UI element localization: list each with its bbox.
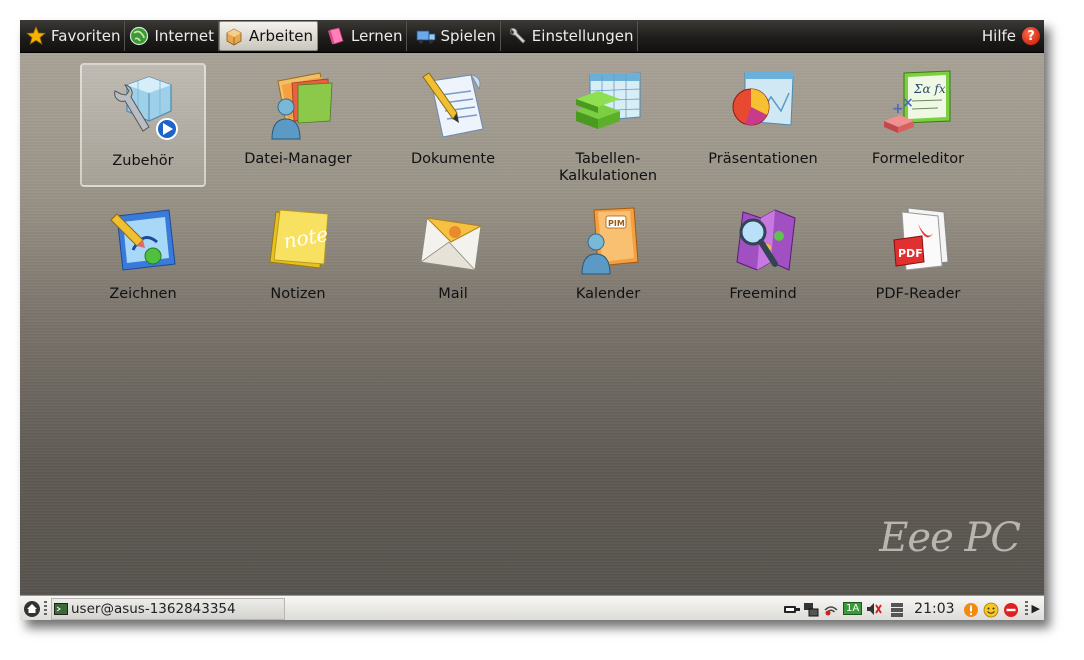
mail-icon: [419, 217, 483, 271]
presentation-icon: [732, 71, 794, 126]
help-label: Hilfe: [981, 27, 1016, 45]
app-label: Präsentationen: [708, 151, 818, 167]
documents-icon: [422, 72, 484, 138]
tab-lernen[interactable]: Lernen: [318, 21, 408, 51]
tab-arbeiten[interactable]: Arbeiten: [219, 21, 318, 51]
app-mail[interactable]: Mail: [390, 198, 516, 322]
home-icon: [24, 600, 40, 617]
globe-icon: [129, 26, 149, 46]
app-notizen[interactable]: note Notizen: [235, 198, 361, 322]
formula-editor-icon: Σα fx + ×: [884, 70, 951, 133]
tab-einstellungen[interactable]: Einstellungen: [501, 21, 639, 51]
app-label: Dokumente: [410, 151, 496, 167]
app-tabellenkalkulationen[interactable]: Tabellen- Kalkulationen: [545, 63, 671, 187]
app-label: Notizen: [270, 286, 326, 302]
app-praesentationen[interactable]: Präsentationen: [700, 63, 826, 187]
app-label: Freemind: [729, 286, 797, 302]
tab-label: Favoriten: [51, 27, 121, 45]
tab-favoriten[interactable]: Favoriten: [20, 21, 126, 51]
smiley-icon[interactable]: [983, 602, 999, 617]
tab-label: Arbeiten: [249, 27, 313, 45]
notes-icon: note: [269, 209, 330, 269]
app-label: Zubehör: [112, 153, 174, 169]
star-icon: [25, 25, 47, 46]
app-zubehoer[interactable]: Zubehör: [80, 63, 206, 187]
eee-pc-logo: Eee PC: [879, 515, 1021, 561]
app-datei-manager[interactable]: Datei-Manager: [235, 63, 361, 187]
app-label: PDF-Reader: [875, 286, 961, 302]
pdf-reader-icon: PDF: [893, 207, 949, 271]
pink-book-icon: [326, 26, 346, 46]
tab-spielen[interactable]: Spielen: [407, 21, 501, 51]
pim-text: PIM: [608, 219, 625, 228]
app-pdf-reader[interactable]: PDF PDF-Reader: [855, 198, 981, 322]
stop-icon[interactable]: [1003, 602, 1019, 617]
calendar-pim-icon: PIM: [581, 207, 639, 275]
terminal-icon: [54, 602, 68, 615]
tab-label: Lernen: [350, 27, 403, 45]
network-icon[interactable]: [803, 602, 819, 616]
taskbar-window-button[interactable]: user@asus-1362843354: [51, 597, 285, 620]
panel-grip-right: [1024, 600, 1028, 617]
wifi-icon[interactable]: [823, 602, 839, 616]
box-icon: [224, 26, 244, 46]
eee-pc-window: Favoriten Internet Arbeiten Lernen Spiel…: [20, 20, 1044, 620]
file-manager-icon: [271, 72, 333, 140]
app-desktop: Zubehör Datei-Manager Dokumente Tabellen…: [20, 53, 1044, 595]
app-kalender[interactable]: PIM Kalender: [545, 198, 671, 322]
truck-icon: [415, 26, 436, 46]
spreadsheet-icon: [576, 72, 641, 129]
keyboard-layout-icon[interactable]: 1A: [842, 602, 863, 615]
app-label: Kalender: [575, 286, 641, 302]
app-label: Tabellen- Kalkulationen: [558, 151, 658, 184]
bottom-panel: user@asus-1362843354 1A 21:03 ▶: [20, 595, 1044, 620]
tab-internet[interactable]: Internet: [125, 21, 220, 51]
freemind-icon: [736, 209, 796, 271]
pdf-text: PDF: [898, 247, 923, 260]
taskbar-window-title: user@asus-1362843354: [71, 600, 236, 617]
power-plug-icon[interactable]: [783, 602, 800, 616]
app-label: Zeichnen: [109, 286, 177, 302]
wrench-icon: [507, 26, 527, 46]
formula-text: Σα fx: [913, 82, 946, 96]
system-tray: 1A 21:03 ▶: [781, 598, 1044, 620]
storage-icon[interactable]: [890, 602, 906, 617]
tab-label: Internet: [154, 27, 215, 45]
app-label: Formeleditor: [871, 151, 965, 167]
help-button[interactable]: Hilfe ?: [982, 20, 1044, 52]
home-button[interactable]: [20, 598, 44, 620]
warning-icon[interactable]: [963, 602, 979, 617]
category-tab-bar: Favoriten Internet Arbeiten Lernen Spiel…: [20, 20, 1044, 53]
clock[interactable]: 21:03: [914, 601, 954, 617]
help-question-icon: ?: [1022, 27, 1040, 45]
mute-speaker-icon[interactable]: [866, 602, 882, 616]
svg-text:×: ×: [902, 95, 914, 111]
app-label: Mail: [438, 286, 468, 302]
accessories-icon: [114, 76, 178, 140]
panel-arrow-icon[interactable]: ▶: [1032, 602, 1040, 615]
app-freemind[interactable]: Freemind: [700, 198, 826, 322]
app-formeleditor[interactable]: Σα fx + × Formeleditor: [855, 63, 981, 187]
drawing-icon: [110, 209, 176, 271]
panel-grip: [44, 600, 47, 617]
tab-label: Spielen: [440, 27, 496, 45]
tab-label: Einstellungen: [531, 27, 634, 45]
app-label: Datei-Manager: [244, 151, 352, 167]
app-dokumente[interactable]: Dokumente: [390, 63, 516, 187]
app-zeichnen[interactable]: Zeichnen: [80, 198, 206, 322]
